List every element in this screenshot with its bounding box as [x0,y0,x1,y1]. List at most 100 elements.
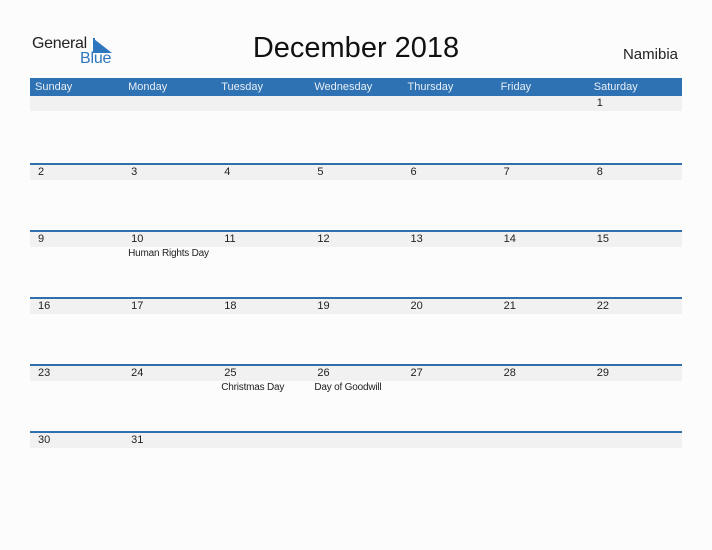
weekday-tuesday: Tuesday [221,81,264,93]
day-number: 22 [596,300,609,312]
day-number: 14 [503,233,516,245]
day-cell[interactable]: 23 [30,366,123,426]
holiday-label: Christmas Day [221,382,285,393]
day-number: 26 [317,367,330,379]
day-cell[interactable]: 11 [216,232,309,292]
week-cells: 16 17 18 19 20 21 22 [30,299,682,359]
day-number: 13 [410,233,423,245]
day-number: 16 [38,300,51,312]
day-number: 12 [317,233,330,245]
day-number: 7 [503,166,510,178]
week-row: 1 [30,96,682,163]
day-number: 1 [596,97,603,109]
day-cell [309,96,402,156]
day-cell[interactable]: 31 [123,433,216,493]
day-cell [30,96,123,156]
week-cells: 1 [30,96,682,156]
day-number: 29 [596,367,609,379]
day-number: 30 [38,434,51,446]
day-cell[interactable]: 28 [496,366,589,426]
day-number: 4 [224,166,231,178]
day-number: 17 [131,300,144,312]
calendar-grid: Sunday Monday Tuesday Wednesday Thursday… [30,78,682,498]
day-number: 20 [410,300,423,312]
day-cell[interactable]: 13 [403,232,496,292]
week-cells: 30 31 [30,433,682,493]
day-cell[interactable]: 26 Day of Goodwill [309,366,402,426]
day-cell[interactable]: 1 [589,96,682,156]
weekday-friday: Friday [500,81,532,93]
day-number: 21 [503,300,516,312]
day-cell [216,433,309,493]
day-cell[interactable]: 7 [496,165,589,225]
day-cell [216,96,309,156]
day-number: 3 [131,166,138,178]
day-number: 15 [596,233,609,245]
day-cell[interactable]: 29 [589,366,682,426]
week-cells: 2 3 4 5 6 7 8 [30,165,682,225]
day-number: 28 [503,367,516,379]
day-cell[interactable]: 8 [589,165,682,225]
weekday-saturday: Saturday [593,81,638,93]
day-cell[interactable]: 22 [589,299,682,359]
week-row: 23 24 25 Christmas Day 26 Day of Goodwill 27 28… [30,364,682,431]
weeks-container: 1 2 3 4 5 6 7 8 9 10 Human Rights Day 11 12 13 14 15 16 1… [30,96,682,498]
day-cell[interactable]: 9 [30,232,123,292]
weekday-monday: Monday [128,81,168,93]
weekday-header: Sunday Monday Tuesday Wednesday Thursday… [30,78,682,96]
day-cell[interactable]: 3 [123,165,216,225]
day-cell [496,96,589,156]
holiday-label: Day of Goodwill [314,382,382,393]
week-row: 2 3 4 5 6 7 8 [30,163,682,230]
day-cell [123,96,216,156]
day-cell[interactable]: 5 [309,165,402,225]
weekday-thursday: Thursday [407,81,454,93]
day-number: 31 [131,434,144,446]
weekday-wednesday: Wednesday [314,81,373,93]
day-cell[interactable]: 2 [30,165,123,225]
country-label: Namibia [622,46,678,63]
day-cell [403,433,496,493]
day-cell[interactable]: 19 [309,299,402,359]
week-cells: 23 24 25 Christmas Day 26 Day of Goodwill 27 28… [30,366,682,426]
day-cell [403,96,496,156]
day-cell[interactable]: 27 [403,366,496,426]
day-number: 11 [224,233,236,245]
day-cell[interactable]: 18 [216,299,309,359]
day-number: 8 [596,166,603,178]
day-cell[interactable]: 15 [589,232,682,292]
day-number: 23 [38,367,51,379]
day-number: 9 [38,233,45,245]
day-number: 18 [224,300,237,312]
page-title: December 2018 [252,32,460,64]
day-number: 6 [410,166,417,178]
day-cell[interactable]: 17 [123,299,216,359]
day-cell[interactable]: 30 [30,433,123,493]
week-row: 9 10 Human Rights Day 11 12 13 14 15 [30,230,682,297]
day-cell[interactable]: 20 [403,299,496,359]
day-cell[interactable]: 4 [216,165,309,225]
week-cells: 9 10 Human Rights Day 11 12 13 14 15 [30,232,682,292]
day-number: 19 [317,300,330,312]
day-number: 25 [224,367,237,379]
day-number: 27 [410,367,423,379]
day-cell[interactable]: 12 [309,232,402,292]
day-number: 24 [131,367,144,379]
holiday-label: Human Rights Day [128,248,209,259]
day-number: 10 [131,233,144,245]
day-cell[interactable]: 25 Christmas Day [216,366,309,426]
week-row: 16 17 18 19 20 21 22 [30,297,682,364]
day-cell[interactable]: 16 [30,299,123,359]
day-cell [589,433,682,493]
day-cell [496,433,589,493]
day-cell[interactable]: 24 [123,366,216,426]
day-cell [309,433,402,493]
day-cell[interactable]: 21 [496,299,589,359]
day-cell[interactable]: 6 [403,165,496,225]
day-number: 2 [38,166,45,178]
weekday-sunday: Sunday [35,81,73,93]
day-cell[interactable]: 14 [496,232,589,292]
week-row: 30 31 [30,431,682,498]
day-number: 5 [317,166,324,178]
day-cell[interactable]: 10 Human Rights Day [123,232,216,292]
